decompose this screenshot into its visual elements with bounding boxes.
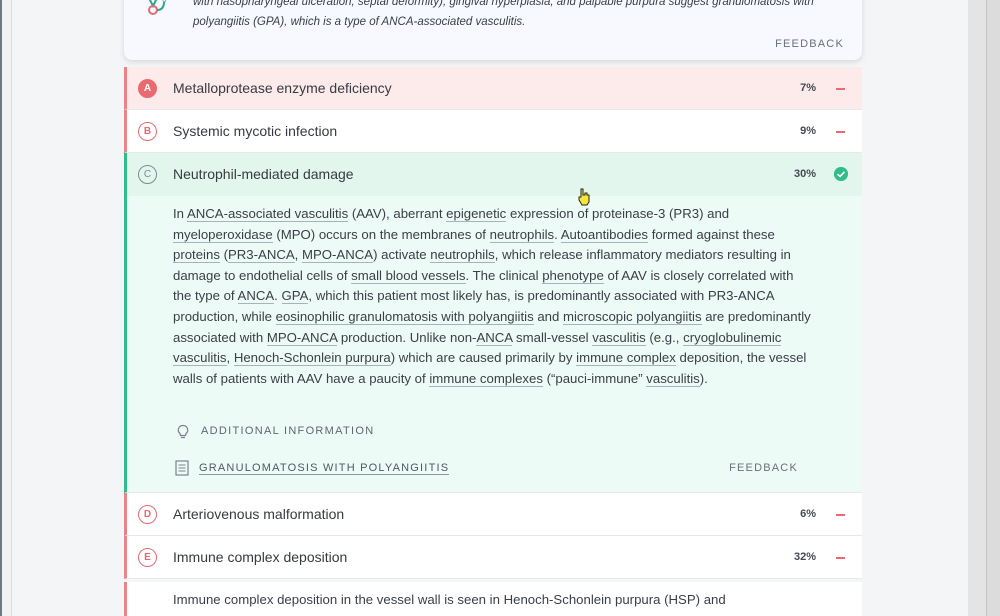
choice-percent: 6% <box>800 508 816 520</box>
choice-letter: B <box>138 122 157 141</box>
scrollbar[interactable] <box>986 0 1000 616</box>
answer-choice-d[interactable]: D Arteriovenous malformation 6% <box>124 493 862 536</box>
answer-choice-c[interactable]: C Neutrophil-mediated damage 30% <box>124 153 862 196</box>
choice-label: Metalloprotease enzyme deficiency <box>173 80 392 96</box>
svg-text:6: 6 <box>162 0 167 4</box>
explanation-card: 6 with nasopharyngeal ulceration, septal… <box>124 0 862 60</box>
choice-label: Arteriovenous malformation <box>173 506 345 522</box>
choice-letter: C <box>138 165 157 184</box>
choice-letter: A <box>138 79 157 98</box>
correct-answer-explanation: In ANCA-associated vasculitis (AAV), abe… <box>124 196 862 493</box>
stethoscope-icon: 6 <box>148 0 167 15</box>
choice-percent: 7% <box>800 82 816 94</box>
hand-cursor-icon <box>578 188 590 206</box>
incorrect-dash-icon <box>836 557 845 559</box>
incorrect-dash-icon <box>836 514 845 516</box>
left-rail <box>0 0 12 616</box>
article-link-gpa[interactable]: GRANULOMATOSIS WITH POLYANGIITIS <box>199 462 450 475</box>
explanation-text: with nasopharyngeal ulceration, septal d… <box>193 0 814 28</box>
answer-choices: A Metalloprotease enzyme deficiency 7% B… <box>124 67 862 579</box>
answer-choice-e[interactable]: E Immune complex deposition 32% <box>124 536 862 579</box>
choice-label: Systemic mycotic infection <box>173 123 338 139</box>
lightbulb-icon <box>177 424 189 439</box>
right-gutter <box>968 0 986 616</box>
incorrect-dash-icon <box>836 131 845 133</box>
answer-choice-b[interactable]: B Systemic mycotic infection 9% <box>124 110 862 153</box>
explanation-paragraph: In ANCA-associated vasculitis (AAV), abe… <box>173 206 811 387</box>
choice-label: Immune complex deposition <box>173 549 348 565</box>
explanation-feedback-button[interactable]: FEEDBACK <box>775 38 844 50</box>
answer-choice-a[interactable]: A Metalloprotease enzyme deficiency 7% <box>124 67 862 110</box>
choice-label: Neutrophil-mediated damage <box>173 166 354 182</box>
main-panel: 6 with nasopharyngeal ulceration, septal… <box>12 0 968 616</box>
choice-percent: 30% <box>793 168 816 180</box>
choice-percent: 32% <box>793 551 816 563</box>
choice-letter: E <box>138 548 157 567</box>
incorrect-dash-icon <box>836 88 845 90</box>
answer-feedback-button[interactable]: FEEDBACK <box>729 462 798 474</box>
article-icon <box>175 460 189 476</box>
additional-information-toggle[interactable]: ADDITIONAL INFORMATION <box>201 425 374 437</box>
correct-check-icon <box>834 167 848 181</box>
choice-e-explanation-text: Immune complex deposition in the vessel … <box>173 592 726 607</box>
choice-percent: 9% <box>800 125 816 137</box>
choice-letter: D <box>138 505 157 524</box>
